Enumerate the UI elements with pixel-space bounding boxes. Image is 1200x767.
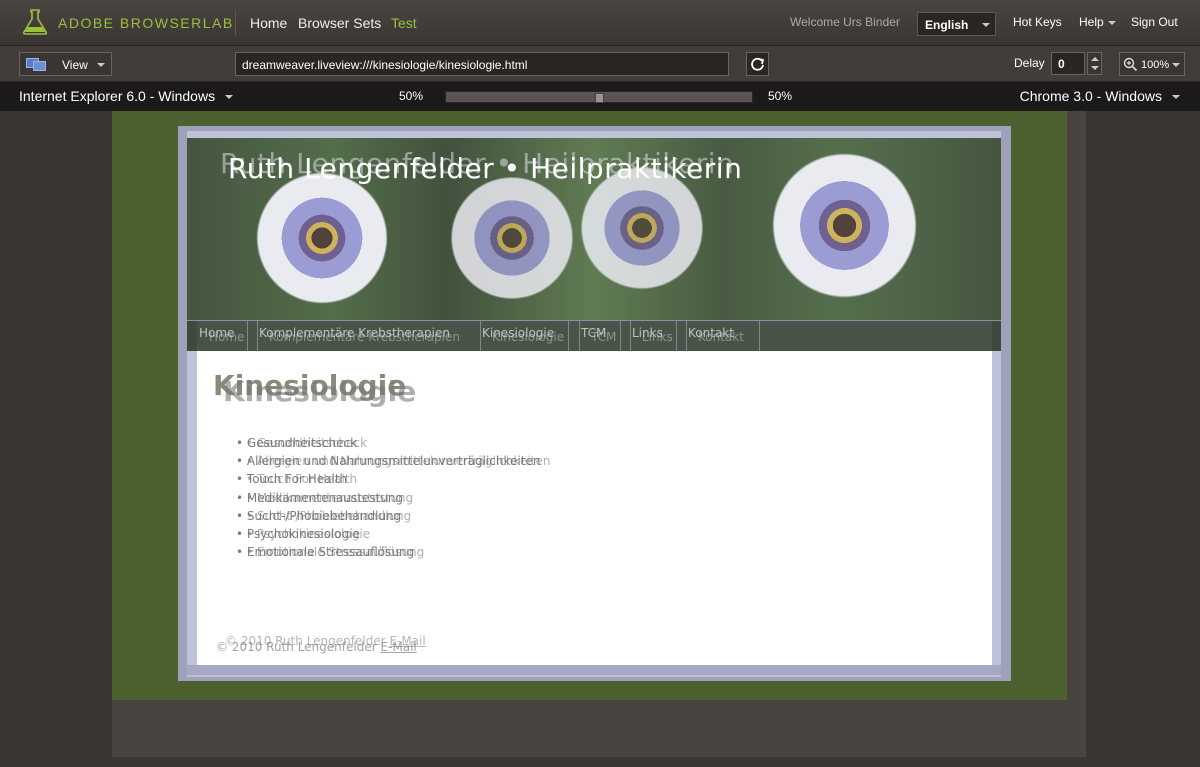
onion-skin-slider[interactable] — [445, 91, 753, 103]
site-nav-kinesiologie[interactable]: Kinesiologie — [492, 330, 564, 344]
page-bottom-strip — [187, 665, 1001, 675]
zoom-select[interactable]: 100% — [1119, 52, 1185, 76]
list-item: Gesundheitscheck — [246, 434, 550, 452]
chevron-down-icon — [1172, 95, 1180, 100]
list-item: Medikamentenaustestung — [246, 489, 550, 507]
copyright-text: © 2010 Ruth Lengenfelder — [216, 640, 377, 654]
zoom-in-icon — [1123, 57, 1138, 72]
site-nav-krebstherapien[interactable]: Komplementäre Krebstherapien — [269, 330, 460, 344]
nav-divider — [676, 321, 677, 351]
chevron-down-icon — [1107, 20, 1116, 25]
refresh-button[interactable] — [746, 52, 769, 76]
nav-browser-sets[interactable]: Browser Sets — [298, 15, 381, 31]
left-opacity: 50% — [399, 89, 424, 103]
chevron-down-icon[interactable] — [1091, 66, 1099, 70]
site-title-chrome: Ruth Lengenfelder • Heilpraktikerin — [228, 152, 743, 185]
site-nav-tcm[interactable]: TCM — [591, 330, 616, 344]
list-item: Psychokinesiologie — [246, 525, 550, 543]
language-value: English — [925, 18, 969, 32]
url-field[interactable]: dreamweaver.liveview:///kinesiologie/kin… — [235, 52, 729, 76]
delay-input[interactable]: 0 — [1051, 52, 1085, 75]
refresh-icon — [751, 57, 765, 71]
hot-keys-link[interactable]: Hot Keys — [1013, 15, 1062, 29]
nav-divider — [759, 321, 760, 351]
chevron-up-icon[interactable] — [1091, 57, 1099, 61]
nav-divider — [620, 321, 621, 351]
right-browser-label: Chrome 3.0 - Windows — [1019, 88, 1162, 104]
list-item: Emotionale Stressauflösung — [246, 543, 550, 561]
nav-divider — [247, 321, 248, 351]
welcome-text: Welcome Urs Binder — [790, 15, 900, 29]
toolbar: View dreamweaver.liveview:///kinesiologi… — [0, 46, 1200, 82]
help-label: Help — [1079, 15, 1104, 29]
delay-stepper[interactable] — [1087, 52, 1102, 75]
view-label: View — [62, 58, 88, 72]
nav-divider — [480, 321, 481, 351]
nav-test[interactable]: Test — [391, 15, 417, 31]
nav-divider — [630, 321, 631, 351]
language-select[interactable]: English — [917, 12, 996, 36]
nav-divider — [568, 321, 569, 351]
chevron-down-icon — [225, 95, 234, 100]
right-opacity: 50% — [768, 89, 793, 103]
nav-divider — [579, 321, 580, 351]
chevron-down-icon — [982, 23, 990, 27]
nav-divider — [686, 321, 687, 351]
site-nav-links[interactable]: Links — [642, 330, 673, 344]
list-item: Touch For Health — [246, 470, 550, 488]
chevron-down-icon — [1172, 63, 1180, 67]
list-item: Allergien und Nahrungsmittelunverträglic… — [246, 452, 551, 470]
header-divider — [235, 10, 236, 36]
left-browser-select[interactable]: Internet Explorer 6.0 - Windows — [19, 88, 234, 104]
topic-list: Gesundheitscheck Allergien und Nahrungsm… — [246, 434, 551, 561]
browser-compare-bar: Internet Explorer 6.0 - Windows 50% 50% … — [0, 82, 1200, 111]
slider-handle[interactable] — [595, 93, 604, 103]
help-menu[interactable]: Help — [1079, 15, 1116, 29]
sign-out-link[interactable]: Sign Out — [1131, 15, 1178, 29]
chevron-down-icon — [97, 63, 105, 67]
brand-name: ADOBE BROWSERLAB — [58, 15, 234, 31]
view-button[interactable]: View — [19, 52, 112, 76]
site-footer: © 2010 Ruth Lengenfelder E-Mail — [216, 640, 417, 654]
app-header: ADOBE BROWSERLAB Home Browser Sets Test … — [0, 0, 1200, 46]
email-link[interactable]: E-Mail — [380, 640, 416, 654]
right-browser-select[interactable]: Chrome 3.0 - Windows — [1020, 88, 1180, 104]
site-nav-kontakt[interactable]: Kontakt — [698, 330, 744, 344]
nav-divider — [257, 321, 258, 351]
list-item: Sucht-/Phobiebehandlung — [246, 507, 550, 525]
page-heading: Kinesiologie — [223, 375, 417, 408]
site-nav-home[interactable]: Home — [209, 330, 244, 344]
view-mode-icon — [26, 58, 46, 71]
flask-logo-icon — [22, 9, 48, 35]
zoom-value: 100% — [1141, 59, 1170, 71]
left-browser-label: Internet Explorer 6.0 - Windows — [19, 88, 216, 104]
nav-home[interactable]: Home — [250, 15, 287, 31]
delay-label: Delay — [1014, 56, 1045, 70]
